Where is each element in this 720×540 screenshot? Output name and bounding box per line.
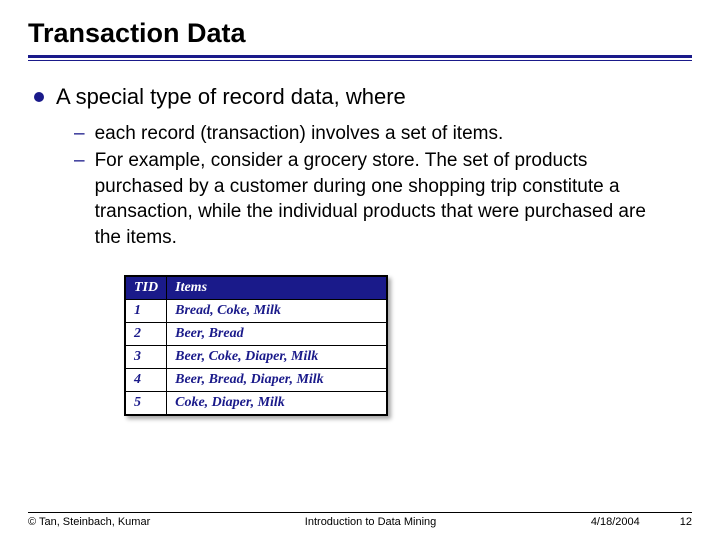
slide-title: Transaction Data [28, 18, 692, 49]
cell-tid: 4 [126, 368, 167, 391]
footer-copyright: © Tan, Steinbach, Kumar [28, 516, 150, 528]
bullet-item: A special type of record data, where [34, 83, 686, 111]
table-header-row: TID Items [126, 276, 387, 299]
cell-tid: 1 [126, 299, 167, 322]
col-header-tid: TID [126, 276, 167, 299]
sub-bullet-item: – each record (transaction) involves a s… [74, 121, 686, 147]
transactions-table: TID Items 1 Bread, Coke, Milk 2 Beer, Br… [124, 275, 388, 416]
bullet-dot-icon [34, 92, 44, 102]
sub-bullet-text: each record (transaction) involves a set… [95, 121, 504, 147]
slide-footer: © Tan, Steinbach, Kumar Introduction to … [28, 512, 692, 528]
title-rule [28, 55, 692, 61]
col-header-items: Items [167, 276, 387, 299]
dash-icon: – [74, 148, 85, 174]
cell-items: Bread, Coke, Milk [167, 299, 387, 322]
sub-bullet-list: – each record (transaction) involves a s… [74, 121, 686, 251]
slide-body: A special type of record data, where – e… [28, 83, 692, 421]
footer-page: 12 [680, 516, 692, 528]
cell-tid: 2 [126, 322, 167, 345]
cell-tid: 3 [126, 345, 167, 368]
bullet-text: A special type of record data, where [56, 83, 406, 111]
cell-items: Beer, Coke, Diaper, Milk [167, 345, 387, 368]
footer-date: 4/18/2004 [591, 516, 680, 528]
cell-items: Coke, Diaper, Milk [167, 391, 387, 414]
sub-bullet-item: – For example, consider a grocery store.… [74, 148, 686, 251]
dash-icon: – [74, 121, 85, 147]
table-row: 2 Beer, Bread [126, 322, 387, 345]
cell-items: Beer, Bread [167, 322, 387, 345]
table-row: 1 Bread, Coke, Milk [126, 299, 387, 322]
cell-items: Beer, Bread, Diaper, Milk [167, 368, 387, 391]
cell-tid: 5 [126, 391, 167, 414]
table-row: 3 Beer, Coke, Diaper, Milk [126, 345, 387, 368]
table-row: 5 Coke, Diaper, Milk [126, 391, 387, 414]
table-row: 4 Beer, Bread, Diaper, Milk [126, 368, 387, 391]
footer-center: Introduction to Data Mining [150, 516, 591, 528]
sub-bullet-text: For example, consider a grocery store. T… [95, 148, 655, 251]
slide: Transaction Data A special type of recor… [0, 0, 720, 540]
